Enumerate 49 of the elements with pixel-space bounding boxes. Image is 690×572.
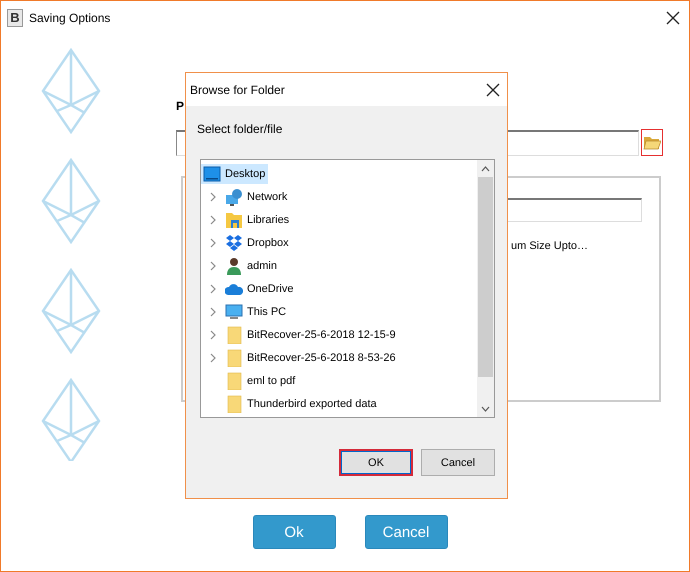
tree-item[interactable]: Dropbox <box>223 232 292 252</box>
envelope-icon <box>39 377 103 461</box>
tree-item[interactable]: eml to pdf <box>223 370 298 390</box>
folder-icon <box>225 326 243 344</box>
close-button[interactable] <box>665 10 681 26</box>
field-label: P <box>176 99 184 115</box>
chevron-icon <box>210 306 216 316</box>
scroll-thumb[interactable] <box>478 177 493 377</box>
envelope-icon <box>39 47 103 135</box>
user-icon <box>225 256 243 274</box>
scrollbar[interactable] <box>477 160 494 417</box>
chevron-icon <box>210 330 216 340</box>
chevron-icon <box>210 214 216 224</box>
browse-button[interactable] <box>641 129 663 156</box>
box-icon <box>225 234 243 252</box>
chevron-icon <box>210 352 216 362</box>
library-icon <box>225 210 243 228</box>
chevron-icon <box>210 284 216 294</box>
chevron-icon <box>210 238 216 248</box>
tree-item[interactable]: BitRecover-25-6-2018 8-53-26 <box>223 348 399 368</box>
close-button[interactable] <box>485 82 501 98</box>
chevron-icon <box>210 260 216 270</box>
close-icon <box>665 10 681 26</box>
tree-item[interactable]: admin <box>223 256 280 276</box>
ok-button[interactable]: OK <box>339 449 413 476</box>
folder-icon <box>225 348 243 366</box>
envelope-icon <box>39 267 103 355</box>
tree-item[interactable]: Desktop <box>201 164 268 184</box>
cancel-button[interactable]: Cancel <box>421 449 495 476</box>
tree-item[interactable]: Thunderbird exported data <box>223 394 380 414</box>
tree-item[interactable]: OneDrive <box>223 278 296 298</box>
tree-item[interactable]: Libraries <box>223 210 292 230</box>
folder-icon <box>225 394 243 412</box>
tree-item[interactable]: This PC <box>223 302 290 322</box>
monitor-icon <box>225 302 243 320</box>
close-icon <box>485 82 501 98</box>
chevron-icon <box>210 192 216 202</box>
tree-item[interactable]: BitRecover-25-6-2018 12-15-9 <box>223 324 399 344</box>
folder-icon <box>643 135 661 150</box>
prompt-label: Select folder/file <box>197 122 284 136</box>
envelope-icon <box>39 157 103 245</box>
app-icon: B <box>7 9 23 27</box>
dialog-title: Browse for Folder <box>190 82 286 96</box>
network-icon <box>225 188 243 206</box>
window-title: Saving Options <box>29 11 112 25</box>
desktop-icon <box>203 164 221 182</box>
tree-item[interactable]: Network <box>223 186 290 206</box>
size-label: um Size Upto… <box>511 240 590 252</box>
folder-icon <box>225 372 243 390</box>
